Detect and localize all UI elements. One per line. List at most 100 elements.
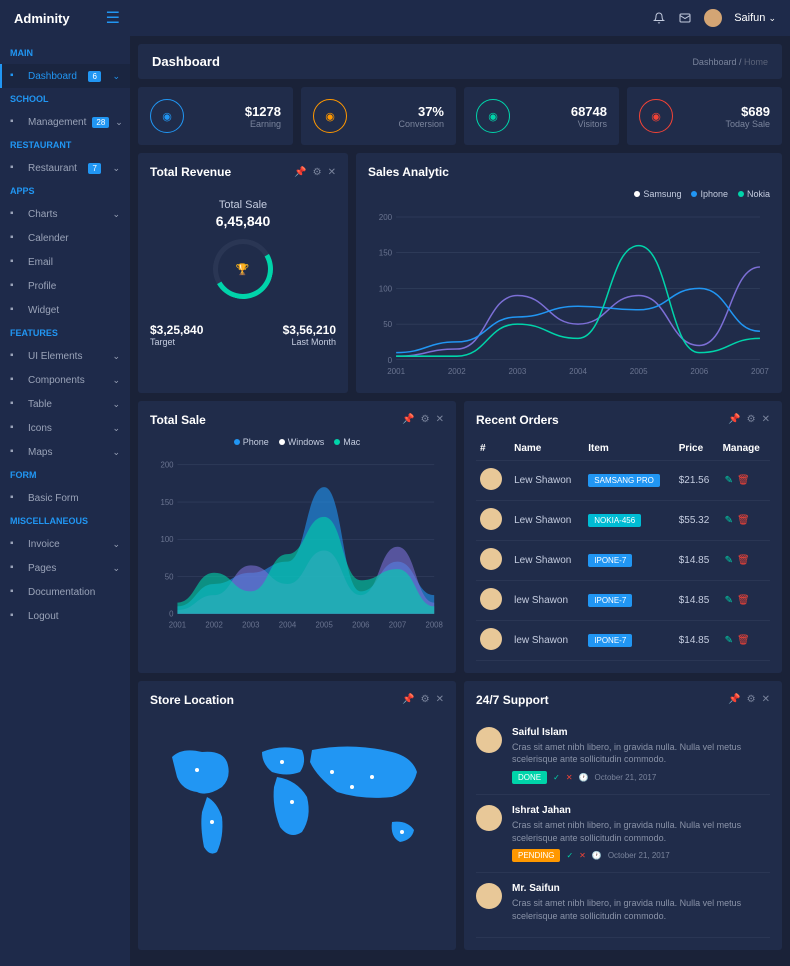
- table-row: lew ShawonIPONE-7$14.85✎🗑: [476, 580, 770, 620]
- svg-text:2005: 2005: [630, 367, 648, 376]
- check-icon[interactable]: ✓: [566, 851, 573, 860]
- pin-icon[interactable]: 📌: [402, 694, 414, 705]
- close-icon[interactable]: ✕: [436, 694, 444, 705]
- brand-logo[interactable]: Adminity: [14, 11, 70, 26]
- sidebar-item[interactable]: ▪Dashboard6⌄: [0, 64, 130, 88]
- sidebar-item[interactable]: ▪Icons⌄: [0, 416, 130, 440]
- pin-icon[interactable]: 📌: [294, 167, 306, 178]
- sidebar-item[interactable]: ▪Documentation: [0, 580, 130, 604]
- sidebar-item[interactable]: ▪Components⌄: [0, 368, 130, 392]
- svg-text:2006: 2006: [690, 367, 708, 376]
- close-icon[interactable]: ✕: [566, 773, 573, 782]
- world-map[interactable]: [150, 717, 444, 877]
- menu-toggle-icon[interactable]: ☰: [106, 8, 120, 28]
- card-title: Recent Orders: [476, 413, 559, 427]
- sidebar-item[interactable]: ▪UI Elements⌄: [0, 344, 130, 368]
- stat-label: Earning: [245, 119, 281, 129]
- svg-text:2003: 2003: [508, 367, 526, 376]
- sidebar-label: Management: [28, 117, 86, 128]
- avatar: [480, 508, 502, 530]
- stat-value: 37%: [398, 104, 444, 119]
- sidebar-section-head: MISCELLANEOUS: [0, 510, 130, 532]
- support-text: Cras sit amet nibh libero, in gravida nu…: [512, 897, 770, 922]
- pin-icon[interactable]: 📌: [402, 414, 414, 425]
- pin-icon[interactable]: 📌: [728, 694, 740, 705]
- pin-icon[interactable]: 📌: [728, 414, 740, 425]
- svg-text:100: 100: [160, 535, 174, 544]
- delete-icon[interactable]: 🗑: [737, 515, 750, 526]
- sidebar-item[interactable]: ▪Logout: [0, 604, 130, 628]
- count-badge: 6: [88, 71, 100, 82]
- sidebar-item[interactable]: ▪Maps⌄: [0, 440, 130, 464]
- sidebar-item[interactable]: ▪Invoice⌄: [0, 532, 130, 556]
- card-title: 24/7 Support: [476, 693, 549, 707]
- gear-icon[interactable]: ⚙: [421, 414, 430, 425]
- cell-price: $14.85: [675, 540, 719, 580]
- nav-icon: ▪: [10, 492, 22, 504]
- sidebar-item[interactable]: ▪Charts⌄: [0, 202, 130, 226]
- stat-card: ◉37%Conversion: [301, 87, 456, 145]
- sidebar-item[interactable]: ▪Profile: [0, 274, 130, 298]
- status-badge: PENDING: [512, 849, 560, 862]
- avatar: [476, 883, 502, 909]
- close-icon[interactable]: ✕: [328, 167, 336, 178]
- user-menu[interactable]: Saifun ⌄: [734, 12, 776, 24]
- sidebar-item[interactable]: ▪Management28⌄: [0, 110, 130, 134]
- check-icon[interactable]: ✓: [553, 773, 560, 782]
- sidebar-label: Basic Form: [28, 493, 79, 504]
- delete-icon[interactable]: 🗑: [737, 635, 750, 646]
- avatar: [480, 548, 502, 570]
- stat-icon: ◉: [476, 99, 510, 133]
- sales-analytic-card: Sales Analytic Samsung Iphone Nokia 0501…: [356, 153, 782, 393]
- cell-price: $55.32: [675, 500, 719, 540]
- edit-icon[interactable]: ✎: [725, 515, 733, 526]
- sidebar-item[interactable]: ▪ Basic Form: [0, 486, 130, 510]
- avatar[interactable]: [704, 9, 722, 27]
- svg-text:2002: 2002: [448, 367, 466, 376]
- nav-icon: ▪: [10, 304, 22, 316]
- gear-icon[interactable]: ⚙: [313, 167, 322, 178]
- close-icon[interactable]: ✕: [762, 694, 770, 705]
- delete-icon[interactable]: 🗑: [737, 475, 750, 486]
- sidebar-item[interactable]: ▪Pages⌄: [0, 556, 130, 580]
- sidebar-label: Charts: [28, 209, 57, 220]
- svg-text:2005: 2005: [315, 620, 333, 629]
- mail-icon[interactable]: [678, 11, 692, 25]
- sidebar-item[interactable]: ▪Table⌄: [0, 392, 130, 416]
- card-title: Total Sale: [150, 413, 206, 427]
- edit-icon[interactable]: ✎: [725, 635, 733, 646]
- sidebar-item[interactable]: ▪Widget: [0, 298, 130, 322]
- sidebar-item[interactable]: ▪Restaurant7⌄: [0, 156, 130, 180]
- breadcrumb: Dashboard / Home: [692, 57, 768, 67]
- bell-icon[interactable]: [652, 11, 666, 25]
- edit-icon[interactable]: ✎: [725, 595, 733, 606]
- sidebar-label: Maps: [28, 447, 52, 458]
- gear-icon[interactable]: ⚙: [747, 414, 756, 425]
- delete-icon[interactable]: 🗑: [737, 595, 750, 606]
- gear-icon[interactable]: ⚙: [421, 694, 430, 705]
- sidebar-label: Icons: [28, 423, 52, 434]
- item-tag: SAMSANG PRO: [588, 474, 660, 487]
- gear-icon[interactable]: ⚙: [747, 694, 756, 705]
- sidebar-section-head: RESTAURANT: [0, 134, 130, 156]
- close-icon[interactable]: ✕: [762, 414, 770, 425]
- item-tag: NOKIA-456: [588, 514, 641, 527]
- svg-text:2002: 2002: [205, 620, 222, 629]
- svg-text:2003: 2003: [242, 620, 260, 629]
- chevron-down-icon: ⌄: [112, 539, 120, 550]
- delete-icon[interactable]: 🗑: [737, 555, 750, 566]
- nav-icon: ▪: [10, 162, 22, 174]
- close-icon[interactable]: ✕: [579, 851, 586, 860]
- close-icon[interactable]: ✕: [436, 414, 444, 425]
- donut-value: 6,45,840: [150, 213, 336, 229]
- nav-icon: ▪: [10, 422, 22, 434]
- sidebar-item[interactable]: ▪Calender: [0, 226, 130, 250]
- nav-icon: ▪: [10, 398, 22, 410]
- sidebar-label: Email: [28, 257, 53, 268]
- card-title: Sales Analytic: [368, 165, 449, 179]
- edit-icon[interactable]: ✎: [725, 555, 733, 566]
- status-badge: DONE: [512, 771, 547, 784]
- sidebar-label: Profile: [28, 281, 56, 292]
- sidebar-item[interactable]: ▪Email: [0, 250, 130, 274]
- edit-icon[interactable]: ✎: [725, 475, 733, 486]
